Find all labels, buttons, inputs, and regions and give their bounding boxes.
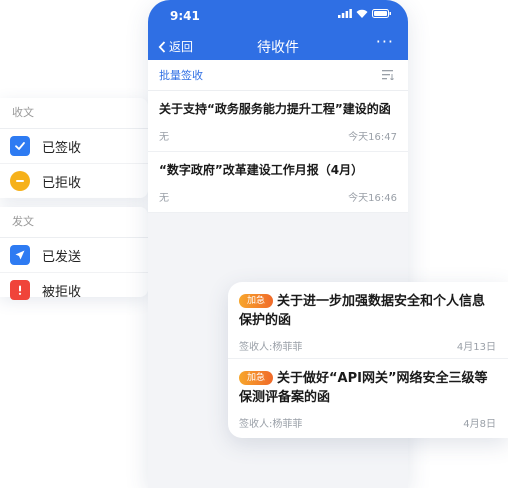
document-title: “数字政府”改革建设工作月报（4月） xyxy=(159,163,364,177)
urgent-title-row: 加急 关于进一步加强数据安全和个人信息保护的函 xyxy=(239,292,496,330)
signal-icon xyxy=(338,9,352,18)
send-icon xyxy=(10,245,30,265)
battery-icon xyxy=(372,9,391,18)
document-meta: 无 今天16:46 xyxy=(159,189,397,204)
urgent-meta: 签收人:杨菲菲 4月13日 xyxy=(239,338,496,353)
alert-icon xyxy=(10,280,30,300)
batch-sign-button[interactable]: 批量签收 xyxy=(159,67,203,83)
list-item[interactable]: 加急 关于做好“API网关”网络安全三级等保测评备案的函 签收人:杨菲菲 4月8日 xyxy=(228,359,508,430)
received-item-rejected[interactable]: 已拒收 xyxy=(0,164,148,198)
more-button[interactable]: ··· xyxy=(376,32,394,51)
page-title: 待收件 xyxy=(257,40,299,56)
check-icon xyxy=(10,136,30,156)
sort-icon[interactable] xyxy=(382,70,394,80)
list-toolbar: 批量签收 xyxy=(148,60,408,91)
urgent-title: 关于进一步加强数据安全和个人信息保护的函 xyxy=(239,294,486,328)
urgent-signer: 签收人:杨菲菲 xyxy=(239,419,303,430)
minus-icon xyxy=(10,171,30,191)
sent-item-label: 被拒收 xyxy=(42,284,82,300)
sent-panel: 发文 已发送 被拒收 xyxy=(0,207,148,300)
urgent-meta: 签收人:杨菲菲 4月8日 xyxy=(239,415,496,430)
urgent-card: 加急 关于进一步加强数据安全和个人信息保护的函 签收人:杨菲菲 4月13日 加急关… xyxy=(228,282,508,438)
status-time: 9:41 xyxy=(170,9,200,23)
sent-item-sent[interactable]: 已发送 xyxy=(0,238,148,273)
urgent-badge: 加急 xyxy=(239,294,274,308)
list-item[interactable]: “数字政府”改革建设工作月报（4月） 无 今天16:46 xyxy=(148,152,408,213)
list-item[interactable]: 加急 关于进一步加强数据安全和个人信息保护的函 签收人:杨菲菲 4月13日 xyxy=(228,282,508,359)
received-section-header: 收文 xyxy=(0,98,148,129)
urgent-title: 关于做好“API网关”网络安全三级等保测评备案的函 xyxy=(239,371,488,405)
urgent-title-row: 加急 关于做好“API网关”网络安全三级等保测评备案的函 xyxy=(239,369,496,407)
urgent-badge: 加急 xyxy=(239,371,274,385)
received-item-label: 已签收 xyxy=(42,140,82,156)
received-panel: 收文 已签收 已拒收 xyxy=(0,98,148,198)
sent-item-rejected[interactable]: 被拒收 xyxy=(0,273,148,307)
received-item-signed[interactable]: 已签收 xyxy=(0,129,148,164)
document-meta: 无 今天16:47 xyxy=(159,128,397,143)
wifi-icon xyxy=(356,9,368,18)
list-item[interactable]: 关于支持“政务服务能力提升工程”建设的函 无 今天16:47 xyxy=(148,91,408,152)
urgent-signer: 签收人:杨菲菲 xyxy=(239,342,303,353)
document-time: 今天16:47 xyxy=(348,132,397,143)
status-icons xyxy=(338,9,392,18)
phone-header: 9:41 返回 待收件 ··· xyxy=(148,0,408,60)
document-sender: 无 xyxy=(159,132,169,143)
document-sender: 无 xyxy=(159,193,169,204)
document-time: 今天16:46 xyxy=(348,193,397,204)
sent-section-header: 发文 xyxy=(0,207,148,238)
sent-item-label: 已发送 xyxy=(42,249,82,265)
received-item-label: 已拒收 xyxy=(42,175,82,191)
urgent-date: 4月13日 xyxy=(456,342,496,353)
document-title: 关于支持“政务服务能力提升工程”建设的函 xyxy=(159,102,391,116)
urgent-date: 4月8日 xyxy=(463,419,496,430)
